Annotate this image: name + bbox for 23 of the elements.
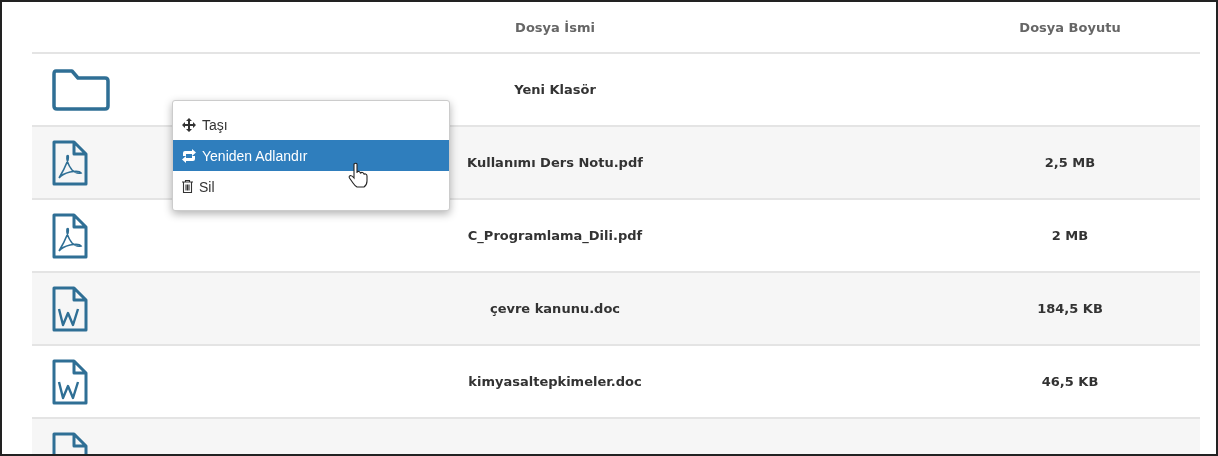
file-size: 184,5 KB	[1037, 301, 1103, 316]
pdf-file-icon	[52, 139, 88, 186]
move-icon	[181, 116, 197, 133]
file-size: 2 MB	[1051, 228, 1089, 243]
menu-item[interactable]: Taşı	[173, 109, 449, 140]
file-name: çevre kanunu.doc	[489, 301, 621, 316]
file-size: 2,5 MB	[1044, 155, 1096, 170]
word-file-icon	[52, 285, 88, 332]
file-name: Yeni Klasör	[514, 82, 596, 97]
folder-icon	[52, 68, 110, 111]
repeat-icon	[181, 148, 197, 163]
menu-item[interactable]: Yeniden Adlandır	[173, 140, 449, 171]
word-file-icon	[52, 358, 88, 405]
menu-item[interactable]: Sil	[173, 171, 449, 202]
pdf-file-icon	[52, 212, 88, 259]
column-header: Dosya Boyutu	[1019, 19, 1121, 35]
trash-icon	[181, 179, 194, 194]
hand-cursor-icon	[348, 162, 368, 188]
file-size: 46,5 KB	[1041, 374, 1099, 389]
column-header: Dosya İsmi	[515, 19, 595, 35]
file-name: C_Programlama_Dili.pdf	[467, 228, 643, 243]
file-name: kimyasaltepkimeler.doc	[468, 374, 642, 389]
file-name: Kullanımı Ders Notu.pdf	[467, 155, 643, 170]
